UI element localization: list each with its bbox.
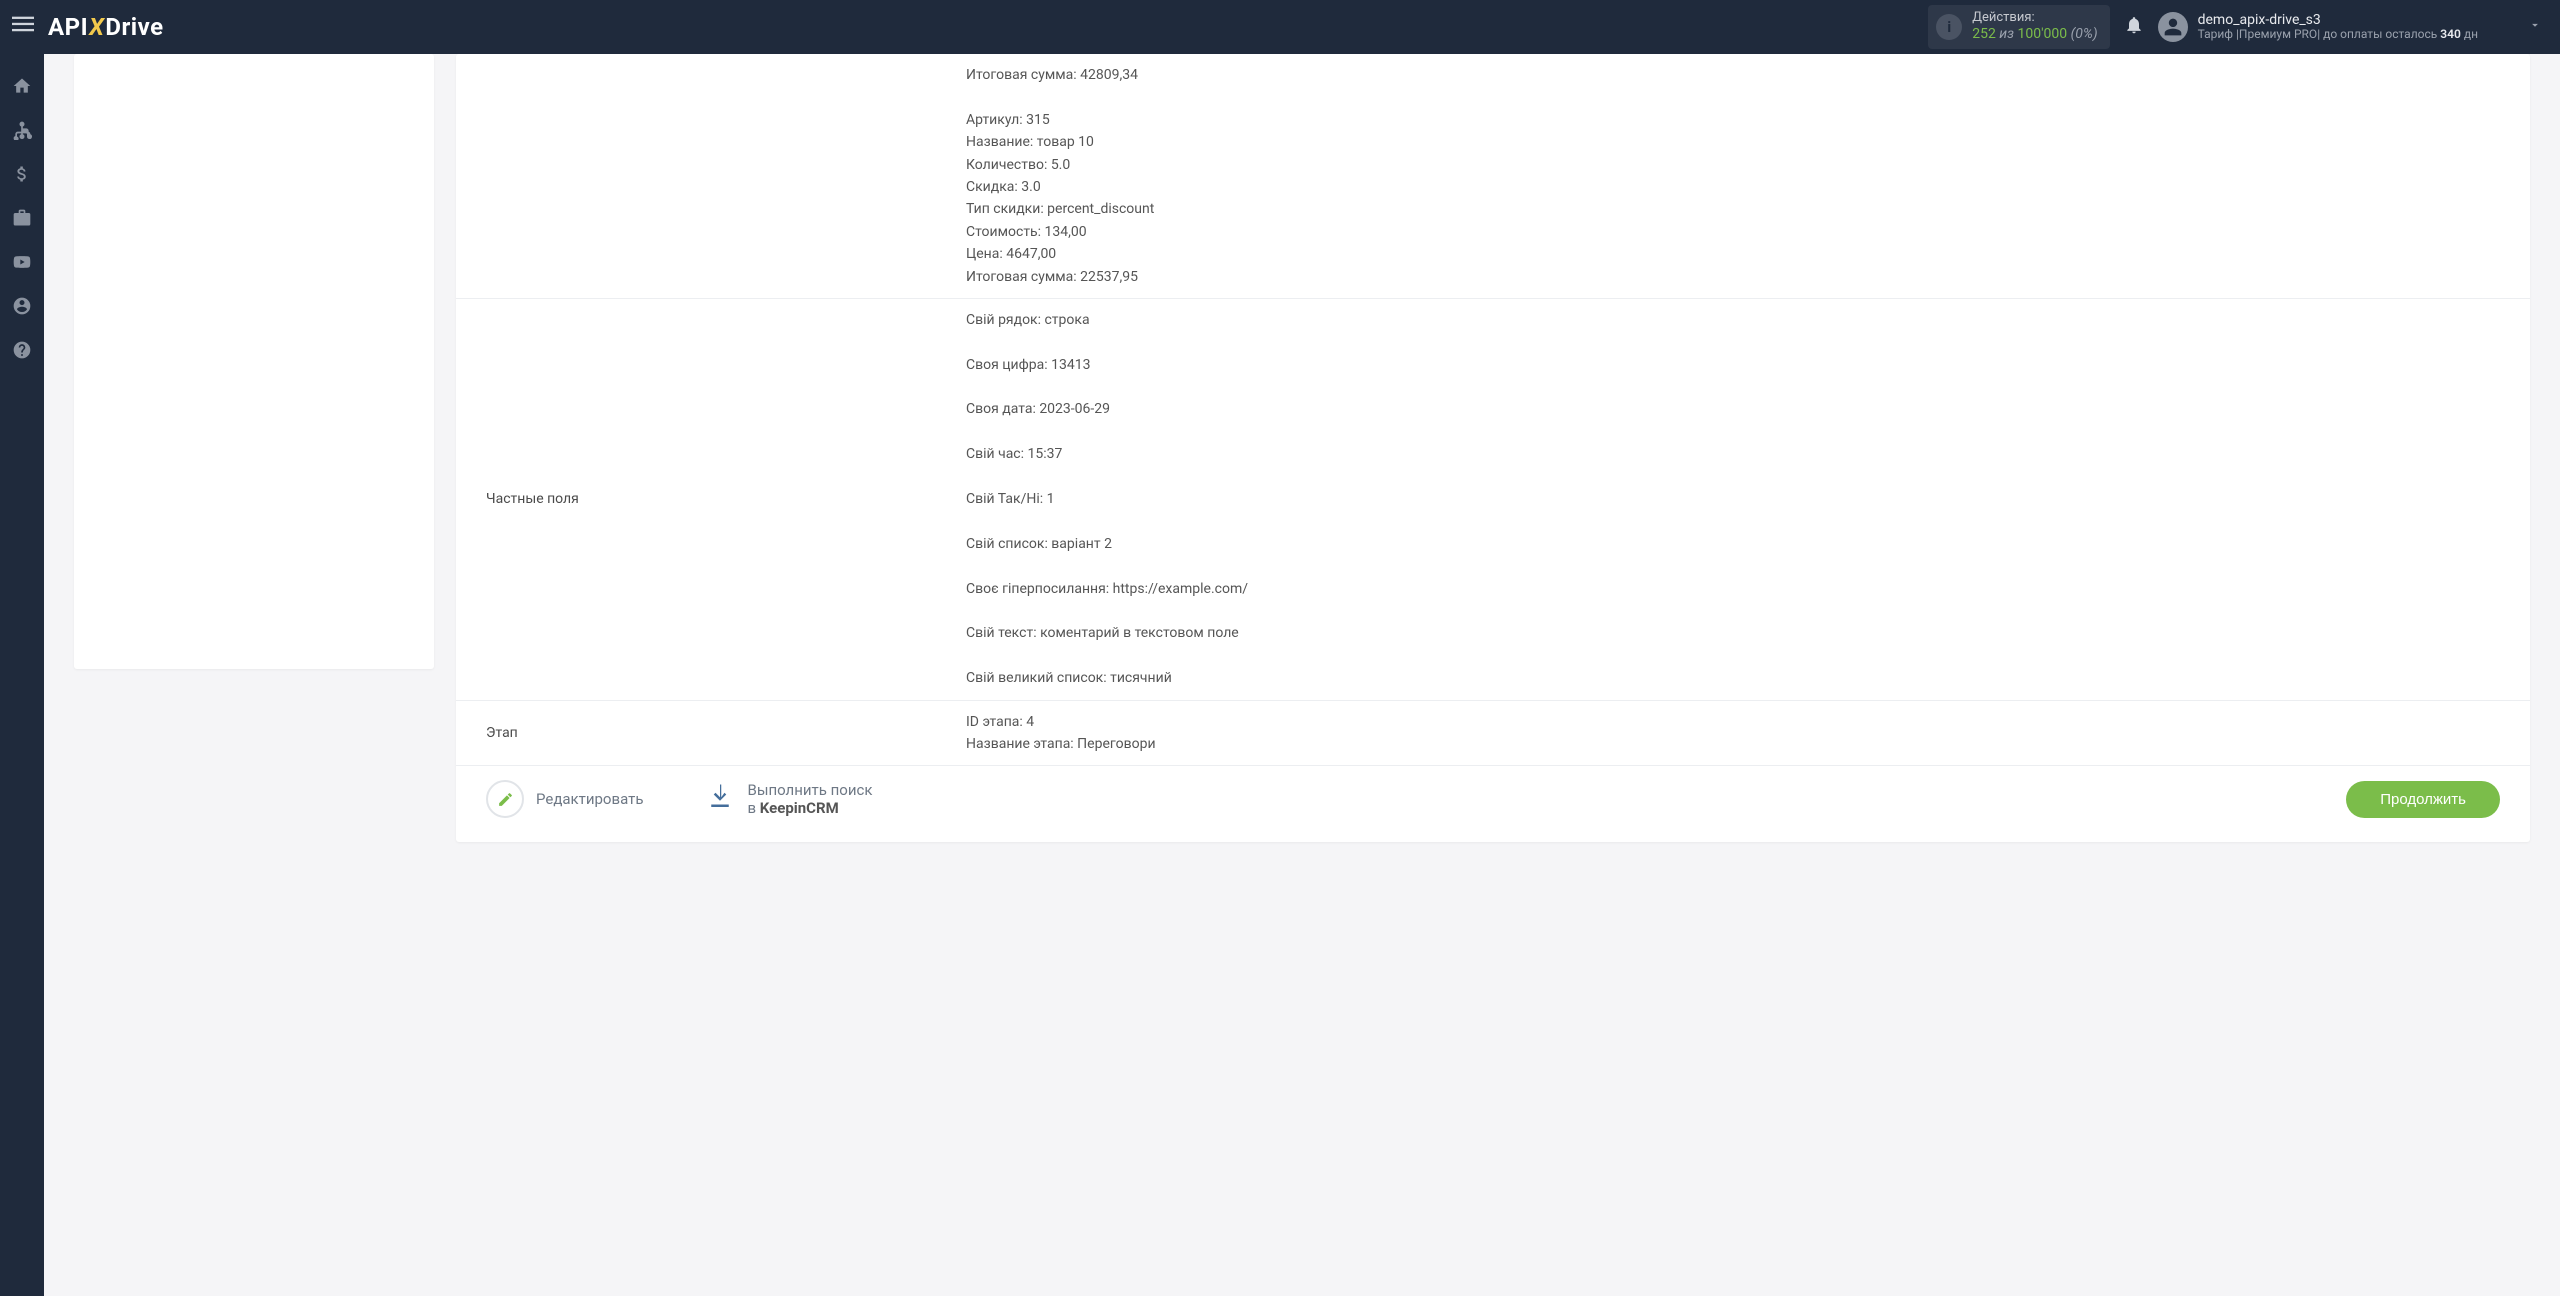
custom-fields-label: Частные поля <box>456 299 966 700</box>
logo-api: API <box>48 13 88 41</box>
edit-label: Редактировать <box>536 790 643 808</box>
notifications-icon[interactable] <box>2124 15 2144 40</box>
actions-counter[interactable]: i Действия: 252 из 100'000 (0%) <box>1928 5 2109 48</box>
avatar-icon <box>2158 12 2188 42</box>
nav-billing[interactable] <box>0 154 44 194</box>
search-label: Выполнить поиск в KeepinCRM <box>747 781 872 817</box>
actions-label: Действия: <box>1972 11 2097 26</box>
nav-connections[interactable] <box>0 110 44 150</box>
info-icon: i <box>1936 14 1962 40</box>
stage-value: ID этапа: 4 Название этапа: Переговори <box>966 701 2530 766</box>
header: API X Drive i Действия: 252 из 100'000 (… <box>0 0 2560 54</box>
custom-fields-row: Частные поля Свій рядок: строка Своя циф… <box>456 299 2530 701</box>
user-tariff: Тариф |Премиум PRO| до оплаты осталось 3… <box>2198 28 2478 42</box>
products-value: Итоговая сумма: 42809,34 Артикул: 315 На… <box>966 54 2530 298</box>
edit-button[interactable]: Редактировать <box>486 780 643 818</box>
products-label <box>456 54 966 298</box>
nav-business[interactable] <box>0 198 44 238</box>
action-row: Редактировать Выполнить поиск в KeepinCR… <box>456 766 2530 818</box>
chevron-down-icon <box>2528 18 2542 36</box>
stage-row: Этап ID этапа: 4 Название этапа: Перегов… <box>456 701 2530 767</box>
user-menu[interactable]: demo_apix-drive_s3 Тариф |Премиум PRO| д… <box>2158 12 2542 42</box>
logo-drive: Drive <box>105 13 163 41</box>
actions-text: Действия: 252 из 100'000 (0%) <box>1972 11 2097 42</box>
search-button[interactable]: Выполнить поиск в KeepinCRM <box>705 781 872 817</box>
download-icon <box>705 782 735 816</box>
right-panel: Итоговая сумма: 42809,34 Артикул: 315 На… <box>456 54 2530 842</box>
products-row: Итоговая сумма: 42809,34 Артикул: 315 На… <box>456 54 2530 299</box>
user-text: demo_apix-drive_s3 Тариф |Премиум PRO| д… <box>2198 12 2478 42</box>
content: Итоговая сумма: 42809,34 Артикул: 315 На… <box>44 54 2560 872</box>
custom-fields-value: Свій рядок: строка Своя цифра: 13413 Сво… <box>966 299 2530 700</box>
logo[interactable]: API X Drive <box>48 13 164 41</box>
left-panel <box>74 54 434 669</box>
nav-video[interactable] <box>0 242 44 282</box>
user-name: demo_apix-drive_s3 <box>2198 12 2478 28</box>
pencil-icon <box>486 780 524 818</box>
logo-x: X <box>89 13 104 41</box>
menu-toggle[interactable] <box>12 13 34 41</box>
stage-label: Этап <box>456 701 966 766</box>
continue-button[interactable]: Продолжить <box>2346 781 2500 818</box>
nav-account[interactable] <box>0 286 44 326</box>
nav-home[interactable] <box>0 66 44 106</box>
sidebar <box>0 54 44 1296</box>
nav-help[interactable] <box>0 330 44 370</box>
